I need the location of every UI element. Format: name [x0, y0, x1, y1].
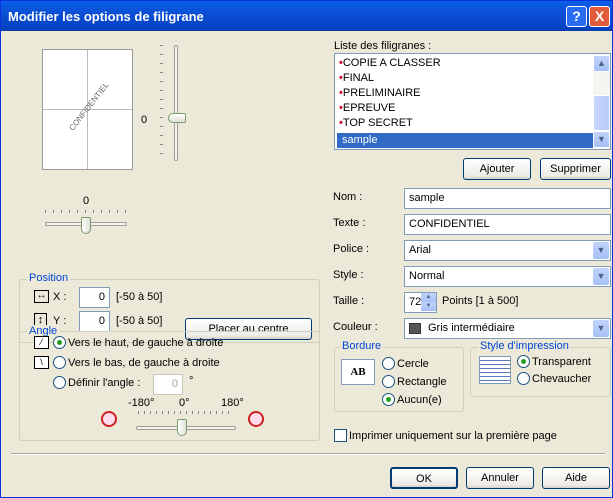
border-preview-icon: AB	[341, 359, 375, 385]
size-unit: Points [1 à 500]	[442, 295, 519, 307]
color-swatch	[409, 323, 421, 334]
font-select[interactable]: Arial ▼	[404, 240, 611, 261]
angle-value-field[interactable]: 0	[153, 374, 183, 395]
footer-divider	[11, 453, 605, 455]
title-bar: Modifier les options de filigrane ? X	[1, 1, 612, 31]
border-none-label[interactable]: Aucun(e)	[397, 394, 442, 406]
horizontal-slider-value: 0	[83, 195, 90, 207]
style-value: Normal	[409, 270, 445, 282]
x-label: X :	[53, 291, 67, 303]
y-position-field[interactable]: 0	[79, 311, 110, 332]
first-page-only-label[interactable]: Imprimer uniquement sur la première page	[349, 430, 557, 442]
angle-custom-radio[interactable]	[53, 376, 66, 389]
angle-tick-mid: 0°	[179, 397, 190, 409]
list-item[interactable]: •FINAL	[337, 71, 595, 86]
dialog-title: Modifier les options de filigrane	[8, 9, 204, 24]
x-position-field[interactable]: 0	[79, 287, 110, 308]
rotate-left-icon	[101, 411, 117, 427]
x-range: [-50 à 50]	[116, 291, 163, 303]
horizontal-arrows-icon: ↔	[34, 290, 49, 303]
scroll-up-icon[interactable]: ▲	[593, 55, 610, 72]
preview-watermark-text: CONFIDENTIEL	[67, 80, 111, 133]
border-none-radio[interactable]	[382, 393, 395, 406]
watermark-preview: CONFIDENTIEL	[42, 49, 133, 170]
list-item[interactable]: •COPIE A CLASSER	[337, 56, 595, 71]
text-field[interactable]: CONFIDENTIEL	[404, 214, 611, 235]
border-rectangle-radio[interactable]	[382, 375, 395, 388]
help-button[interactable]: Aide	[542, 467, 610, 489]
border-group-title: Bordure	[340, 340, 384, 352]
up-diagonal-icon: ⁄	[34, 336, 49, 349]
vertical-slider-thumb[interactable]	[168, 113, 186, 123]
size-down-icon[interactable]: ▼	[421, 302, 436, 311]
position-group-title: Position	[27, 272, 71, 284]
color-select[interactable]: Gris intermédiaire ▼	[404, 318, 611, 339]
transparent-label[interactable]: Transparent	[532, 356, 591, 368]
ok-button[interactable]: OK	[390, 467, 458, 489]
size-up-icon[interactable]: ▲	[421, 293, 436, 302]
vertical-slider-track[interactable]	[174, 45, 178, 161]
angle-ruler-ticks	[138, 411, 231, 414]
font-label: Police :	[333, 243, 370, 255]
angle-tick-min: -180°	[128, 397, 155, 409]
angle-custom-label[interactable]: Définir l'angle :	[68, 377, 140, 389]
border-circle-label[interactable]: Cercle	[397, 358, 429, 370]
style-select[interactable]: Normal ▼	[404, 266, 611, 287]
text-label: Texte :	[333, 217, 366, 229]
style-label: Style :	[333, 269, 364, 281]
angle-down-radio[interactable]	[53, 356, 66, 369]
list-item-selected[interactable]: sample	[337, 133, 595, 148]
angle-slider-thumb[interactable]	[177, 419, 187, 436]
overlap-radio[interactable]	[517, 372, 530, 385]
angle-tick-max: 180°	[221, 397, 244, 409]
name-field[interactable]: sample	[404, 188, 611, 209]
print-style-group-title: Style d'impression	[478, 340, 571, 352]
horizontal-slider-thumb[interactable]	[81, 217, 91, 234]
y-range: [-50 à 50]	[116, 315, 163, 327]
first-page-only-checkbox[interactable]	[334, 429, 347, 442]
chevron-down-icon[interactable]: ▼	[593, 268, 609, 285]
angle-down-label[interactable]: Vers le bas, de gauche à droite	[68, 357, 220, 369]
delete-button[interactable]: Supprimer	[540, 158, 611, 180]
watermark-list[interactable]: •COPIE A CLASSER •FINAL •PRELIMINAIRE •E…	[334, 53, 611, 150]
scroll-thumb[interactable]	[593, 95, 610, 131]
degree-symbol: °	[189, 375, 194, 387]
color-value: Gris intermédiaire	[428, 322, 515, 334]
size-label: Taille :	[333, 295, 365, 307]
help-title-button[interactable]: ?	[566, 6, 587, 27]
close-button[interactable]: X	[589, 6, 610, 27]
list-item[interactable]: •EPREUVE	[337, 101, 595, 116]
size-value: 72	[409, 296, 422, 308]
vertical-slider-value: 0	[141, 114, 148, 126]
name-label: Nom :	[333, 191, 363, 203]
cancel-button[interactable]: Annuler	[466, 467, 534, 489]
down-diagonal-icon: \	[34, 356, 49, 369]
watermark-list-label: Liste des filigranes :	[334, 40, 432, 52]
horizontal-ruler-ticks	[45, 210, 130, 213]
watermark-options-dialog: Modifier les options de filigrane ? X CO…	[0, 0, 613, 498]
border-circle-radio[interactable]	[382, 357, 395, 370]
list-item[interactable]: •PRELIMINAIRE	[337, 86, 595, 101]
rotate-right-icon	[248, 411, 264, 427]
list-scrollbar[interactable]: ▲ ▼	[593, 54, 610, 149]
chevron-down-icon[interactable]: ▼	[593, 242, 609, 259]
print-style-icon	[479, 356, 511, 384]
scroll-down-icon[interactable]: ▼	[593, 131, 610, 148]
angle-up-label[interactable]: Vers le haut, de gauche à droite	[68, 337, 223, 349]
font-value: Arial	[409, 244, 432, 256]
vertical-ruler-ticks	[160, 45, 164, 160]
list-item[interactable]: •TOP SECRET	[337, 116, 595, 131]
transparent-radio[interactable]	[517, 355, 530, 368]
overlap-label[interactable]: Chevaucher	[532, 373, 591, 385]
add-button[interactable]: Ajouter	[463, 158, 531, 180]
border-rectangle-label[interactable]: Rectangle	[397, 376, 447, 388]
chevron-down-icon[interactable]: ▼	[593, 320, 609, 337]
angle-up-radio[interactable]	[53, 336, 66, 349]
color-label: Couleur :	[333, 321, 378, 333]
